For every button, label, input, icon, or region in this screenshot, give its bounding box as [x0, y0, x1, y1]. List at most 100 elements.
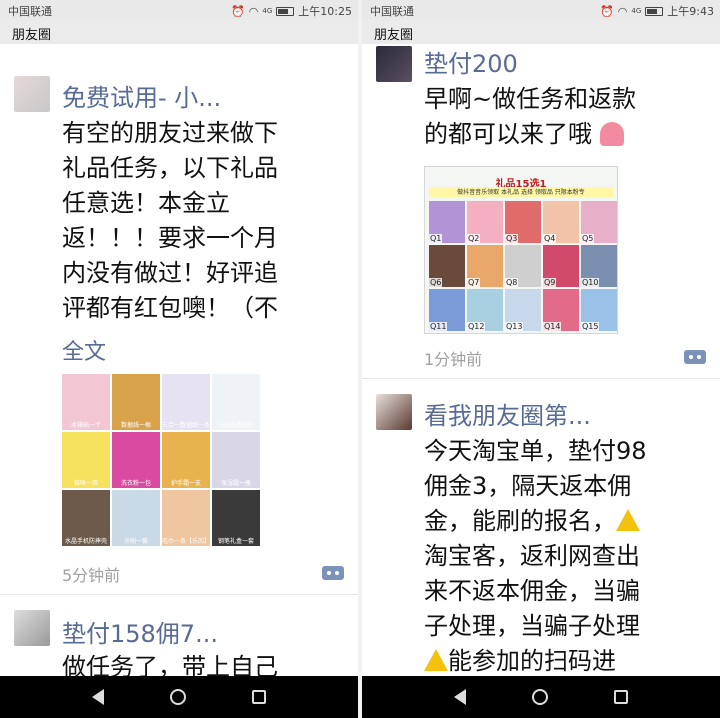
post-text-line: 来不返本佣金，当骗 — [424, 577, 640, 605]
full-text-link[interactable]: 全文 — [62, 334, 106, 366]
gift-item-label: Q3 — [505, 234, 519, 243]
wifi-icon: ◠ — [248, 4, 259, 18]
post-image-thumb[interactable]: 三合一数据线一条 — [162, 374, 210, 430]
post-text-line: 内没有做过！好评追 — [62, 259, 278, 287]
gift-item-label: Q15 — [581, 322, 600, 331]
gift-image-subtitle: 做抖音音乐领取 本礼品 选择 领取品 只限本粉专 — [429, 187, 613, 197]
gift-item-label: Q8 — [505, 278, 519, 287]
gift-item-label: Q11 — [429, 322, 448, 331]
thumb-caption: 毛巾一条【乐的】 — [162, 538, 210, 545]
thumb-caption: 小白鞋清洗剂 — [217, 422, 254, 429]
post-text-line: 有空的朋友过来做下 — [62, 119, 278, 147]
post-image-thumb[interactable]: 毛巾一条【乐的】 — [162, 490, 210, 546]
recent-apps-icon[interactable] — [252, 690, 266, 704]
post-author-name[interactable]: 看我朋友圈第... — [424, 396, 591, 431]
page-title: 朋友圈 — [374, 28, 414, 43]
gift-item: Q14 — [543, 289, 579, 331]
post-text-line: 的都可以来了哦 — [424, 117, 706, 152]
gift-item: Q12 — [467, 289, 503, 331]
post-image-thumb[interactable]: 冰箱贴一个 — [62, 374, 110, 430]
post-text-line: 任意选！本金立 — [62, 189, 230, 217]
post-image-thumb[interactable]: 水晶手机防摔壳 — [62, 490, 110, 546]
post-text-line: 子处理，当骗子处理 — [424, 612, 640, 640]
post-text-line: 今天淘宝单，垫付98 — [424, 437, 647, 465]
post-author-name[interactable]: 免费试用- 小... — [62, 78, 221, 113]
thumb-caption: 洗衣粉一包 — [120, 480, 151, 487]
gift-item: Q7 — [467, 245, 503, 287]
gift-item: Q3 — [505, 201, 541, 243]
gift-item: Q10 — [581, 245, 617, 287]
gift-item: Q2 — [467, 201, 503, 243]
post-image-thumb[interactable]: 保湿霜一瓶 — [212, 432, 260, 488]
home-icon[interactable] — [170, 689, 186, 705]
back-icon[interactable] — [92, 689, 104, 705]
page-title-bar: 朋友圈 — [0, 20, 358, 44]
status-bar: 中国联通 ⏰ ◠ 4G 上午9:43 — [362, 0, 720, 20]
thumb-caption: 水晶手机防摔壳 — [64, 538, 107, 545]
post-image-thumb[interactable]: 护手霜一支 — [162, 432, 210, 488]
carrier-label: 中国联通 — [370, 5, 414, 18]
post-text-line: 金，能刷的报名， — [424, 504, 706, 539]
post-text: 有空的朋友过来做下 礼品任务，以下礼品 任意选！本金立 返！！！要求一个月 内没… — [62, 116, 344, 326]
thumb-caption: 保湿霜一瓶 — [220, 480, 251, 487]
signal-icon: 4G — [262, 7, 273, 15]
recent-apps-icon[interactable] — [614, 690, 628, 704]
avatar[interactable] — [14, 76, 50, 112]
avatar[interactable] — [376, 46, 412, 82]
post-image-thumb[interactable]: 小白鞋清洗剂 — [212, 374, 260, 430]
gift-item-label: Q9 — [543, 278, 557, 287]
gift-list-image[interactable]: 礼品15选1 做抖音音乐领取 本礼品 选择 领取品 只限本粉专 Q1 Q2 Q3 Q4… — [424, 166, 618, 334]
gift-item: Q9 — [543, 245, 579, 287]
back-icon[interactable] — [454, 689, 466, 705]
post-text-line: 淘宝客，返利网查出 — [424, 542, 640, 570]
shaved-ice-emoji-icon — [599, 122, 624, 146]
gift-item: Q5 — [581, 201, 617, 243]
avatar[interactable] — [14, 610, 50, 646]
moments-post: 垫付200 早啊~做任务和返款 的都可以来了哦 礼品15选1 做抖音音乐领取 本… — [362, 44, 720, 374]
post-image-thumb[interactable]: 数据线一根 — [112, 374, 160, 430]
wifi-icon: ◠ — [617, 4, 628, 18]
gift-item-label: Q7 — [467, 278, 481, 287]
home-icon[interactable] — [532, 689, 548, 705]
alarm-icon: ⏰ — [600, 4, 614, 18]
status-time: 上午9:43 — [667, 5, 714, 18]
warning-icon — [616, 509, 640, 531]
gift-item-label: Q13 — [505, 322, 524, 331]
post-image-thumb[interactable]: 洗衣粉一包 — [112, 432, 160, 488]
page-title-bar: 朋友圈 — [362, 20, 720, 44]
post-separator — [0, 594, 358, 595]
gift-item: Q15 — [581, 289, 617, 331]
thumb-caption: 三合一数据线一条 — [162, 422, 210, 429]
post-image-thumb[interactable]: 钢笔礼盒一套 — [212, 490, 260, 546]
left-phone-screen: 中国联通 ⏰ ◠ 4G 上午10:25 朋友圈 免费试用- 小... 有空的朋友… — [0, 0, 358, 718]
avatar[interactable] — [376, 394, 412, 430]
comment-button[interactable] — [684, 350, 706, 364]
gift-item: Q11 — [429, 289, 465, 331]
status-bar: 中国联通 ⏰ ◠ 4G 上午10:25 — [0, 0, 358, 20]
gift-item-label: Q14 — [543, 322, 562, 331]
post-text-line: 礼品任务，以下礼品 — [62, 154, 278, 182]
gift-item-grid: Q1 Q2 Q3 Q4 Q5 Q6 Q7 Q8 Q9 Q10 Q11 Q12 Q13 Q14 Q15 — [429, 201, 617, 331]
gift-item: Q6 — [429, 245, 465, 287]
alarm-icon: ⏰ — [231, 4, 245, 18]
post-text-fragment: 金，能刷的报名， — [424, 507, 616, 535]
thumb-caption: 冰箱贴一个 — [70, 422, 101, 429]
gift-item: Q1 — [429, 201, 465, 243]
battery-icon — [645, 6, 664, 16]
gift-item-label: Q1 — [429, 234, 443, 243]
thumb-caption: 钢笔礼盒一套 — [217, 538, 254, 545]
post-time: 5分钟前 — [62, 566, 121, 585]
post-author-name[interactable]: 垫付200 — [424, 44, 518, 79]
gift-item-label: Q4 — [543, 234, 557, 243]
post-image-grid[interactable]: 冰箱贴一个 数据线一根 三合一数据线一条 小白鞋清洗剂猫咪一双 洗衣粉一包 护手霜一支 保湿… — [62, 374, 260, 546]
post-image-thumb[interactable]: 猫咪一双 — [62, 432, 110, 488]
post-image-thumb[interactable]: 牙刷一套 — [112, 490, 160, 546]
post-text: 早啊~做任务和返款 的都可以来了哦 — [424, 82, 706, 152]
comment-button[interactable] — [322, 566, 344, 580]
page-title: 朋友圈 — [12, 28, 52, 43]
post-author-name[interactable]: 垫付158佣7... — [62, 614, 218, 649]
carrier-label: 中国联通 — [8, 5, 52, 18]
post-text-fragment: 的都可以来了哦 — [424, 120, 592, 148]
post-text-line: 早啊~做任务和返款 — [424, 85, 637, 113]
post-time: 1分钟前 — [424, 350, 483, 369]
